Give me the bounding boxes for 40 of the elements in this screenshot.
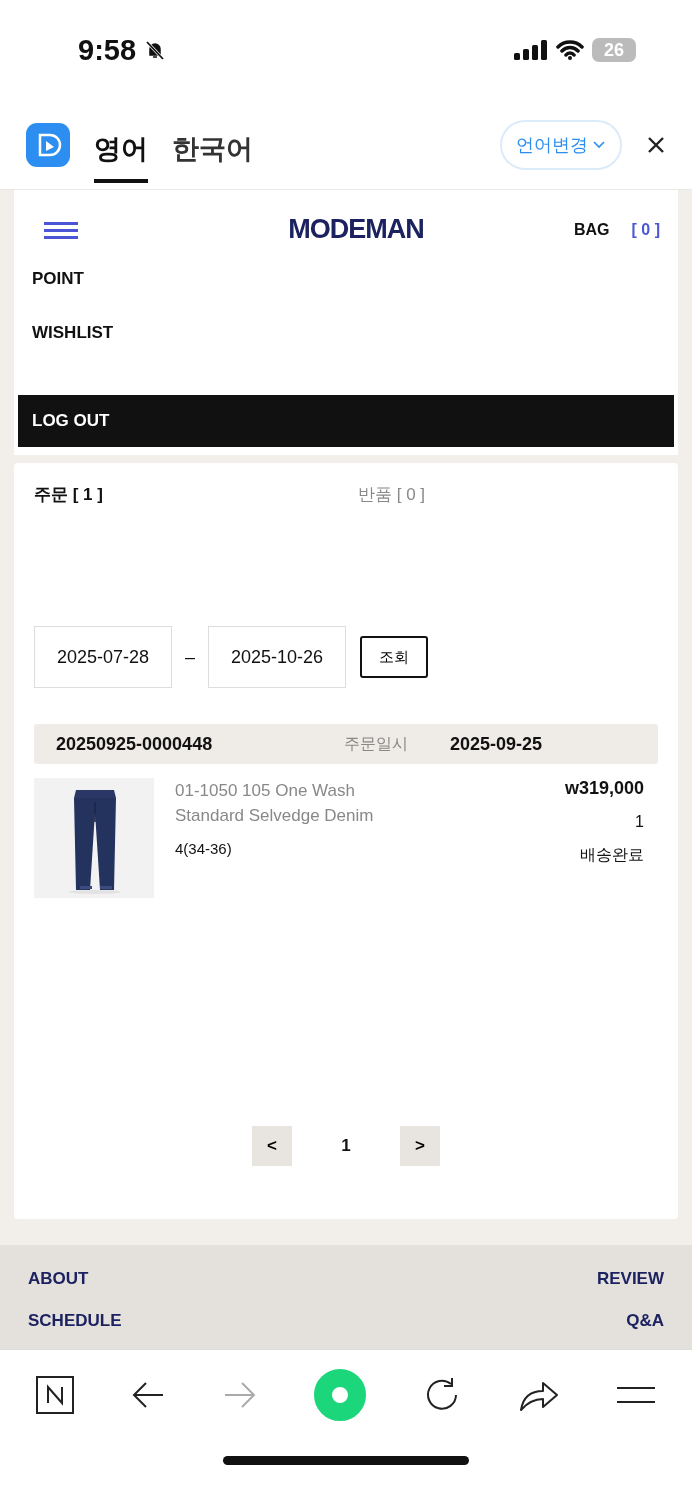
battery-icon: 26 bbox=[592, 38, 636, 62]
order-date: 2025-09-25 bbox=[450, 733, 543, 755]
logout-button[interactable]: LOG OUT bbox=[18, 395, 674, 447]
product-price: w319,000 bbox=[564, 778, 644, 799]
language-tab[interactable]: 한국어 bbox=[172, 118, 253, 183]
menu-item[interactable]: POINT bbox=[18, 269, 98, 289]
order-tab[interactable]: 반품 [ 0 ] bbox=[334, 481, 658, 508]
language-tab[interactable]: 영어 bbox=[94, 118, 148, 183]
footer-link[interactable]: SCHEDULE bbox=[28, 1311, 122, 1331]
menu-item[interactable]: WISHLIST bbox=[18, 323, 128, 343]
brand-logo[interactable]: MODEMAN bbox=[288, 214, 424, 245]
status-time: 9:58 bbox=[78, 33, 137, 67]
bell-slash-icon bbox=[144, 39, 167, 61]
delivery-status: 배송완료 bbox=[580, 845, 644, 865]
close-icon[interactable] bbox=[646, 134, 666, 155]
footer-link[interactable]: ABOUT bbox=[28, 1269, 122, 1289]
next-page-button[interactable]: > bbox=[400, 1126, 440, 1166]
caret-icon bbox=[592, 139, 606, 150]
order-number[interactable]: 20250925-0000448 bbox=[56, 733, 344, 755]
signal-icon bbox=[514, 40, 548, 60]
n-logo-icon[interactable] bbox=[36, 1376, 74, 1414]
app-logo-icon bbox=[26, 122, 70, 167]
product-option: 4(34-36) bbox=[175, 840, 565, 857]
order-date-label: 주문일시 bbox=[344, 733, 409, 754]
bag-count: [ 0 ] bbox=[631, 220, 660, 239]
order-tab[interactable]: 주문 [ 1 ] bbox=[34, 481, 334, 508]
previous-page-button[interactable]: < bbox=[252, 1126, 292, 1166]
back-arrow-icon[interactable] bbox=[131, 1380, 166, 1410]
bag-link[interactable]: BAG bbox=[573, 220, 610, 239]
footer-link[interactable]: REVIEW bbox=[596, 1269, 664, 1289]
product-quantity: 1 bbox=[635, 813, 644, 831]
menu-icon[interactable] bbox=[615, 1385, 656, 1405]
wifi-icon bbox=[556, 40, 584, 60]
search-button[interactable]: 조회 bbox=[360, 636, 428, 678]
product-name[interactable]: 01-1050 105 One Wash Standard Selvedge Denim bbox=[175, 778, 415, 828]
end-date-field[interactable]: 2025-10-26 bbox=[208, 626, 346, 688]
date-separator: – bbox=[184, 646, 196, 668]
footer-link[interactable]: Q&A bbox=[626, 1311, 664, 1331]
start-date-field[interactable]: 2025-07-28 bbox=[34, 626, 172, 688]
page-number[interactable]: 1 bbox=[326, 1126, 366, 1166]
